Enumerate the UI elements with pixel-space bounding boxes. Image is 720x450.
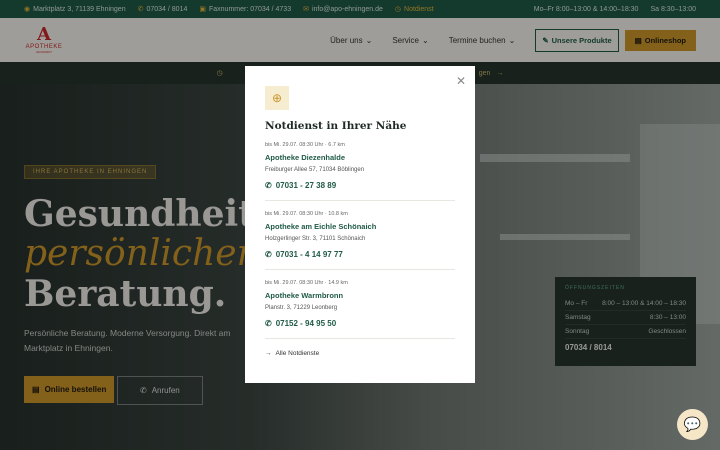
- entry-phone: 07152 - 94 95 50: [275, 319, 337, 328]
- entry-address: Freiburger Allee 57, 71034 Böblingen: [265, 167, 365, 173]
- arrow-right-icon: →: [265, 350, 272, 357]
- entry-name: Apotheke Warmbronn: [265, 291, 344, 300]
- close-icon[interactable]: ✕: [456, 74, 466, 88]
- pharmacy-entry: bis Mi. 29.07. 08:30 Uhr · 6.7 km Apothe…: [265, 132, 455, 201]
- plus-circle-icon: ⊕: [265, 86, 289, 110]
- all-notdienste-label: Alle Notdienste: [275, 350, 320, 357]
- entry-address: Holzgerlinger Str. 3, 71101 Schönaich: [265, 236, 366, 242]
- entry-phone: 07031 - 27 38 89: [275, 181, 337, 190]
- all-notdienste-link[interactable]: → Alle Notdienste: [265, 350, 455, 357]
- modal-title: Notdienst in Ihrer Nähe: [265, 120, 407, 132]
- pharmacy-entry: bis Mi. 29.07. 08:30 Uhr · 10.8 km Apoth…: [265, 201, 455, 270]
- entry-phone-link[interactable]: ✆ 07152 - 94 95 50: [265, 319, 455, 328]
- entry-meta: bis Mi. 29.07. 08:30 Uhr · 14.9 km: [265, 280, 348, 286]
- entry-phone-link[interactable]: ✆ 07031 - 4 14 97 77: [265, 250, 455, 259]
- notdienst-modal: ✕ ⊕ Notdienst in Ihrer Nähe bis Mi. 29.0…: [245, 66, 475, 383]
- entry-meta: bis Mi. 29.07. 08:30 Uhr · 10.8 km: [265, 211, 348, 217]
- entry-phone: 07031 - 4 14 97 77: [275, 250, 343, 259]
- phone-icon: ✆: [265, 181, 272, 190]
- entry-name: Apotheke am Eichle Schönaich: [265, 222, 377, 231]
- chat-icon[interactable]: 💬: [677, 409, 708, 440]
- phone-icon: ✆: [265, 250, 272, 259]
- entry-phone-link[interactable]: ✆ 07031 - 27 38 89: [265, 181, 455, 190]
- phone-icon: ✆: [265, 319, 272, 328]
- entry-name: Apotheke Diezenhalde: [265, 153, 346, 162]
- entry-address: Planstr. 3, 71229 Leonberg: [265, 305, 338, 311]
- pharmacy-entry: bis Mi. 29.07. 08:30 Uhr · 14.9 km Apoth…: [265, 270, 455, 339]
- entry-meta: bis Mi. 29.07. 08:30 Uhr · 6.7 km: [265, 142, 345, 148]
